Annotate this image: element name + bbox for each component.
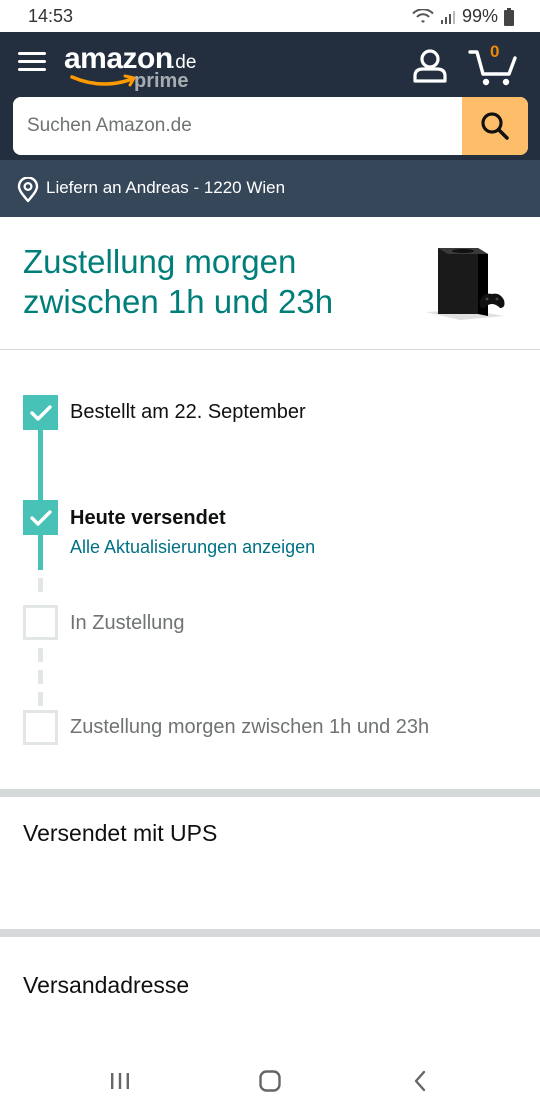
deliver-to-bar[interactable]: Liefern an Andreas - 1220 Wien (0, 160, 540, 217)
progress-track-done (38, 420, 43, 570)
account-icon (413, 49, 447, 83)
status-bar: 14:53 99% (0, 0, 540, 32)
wifi-icon (412, 8, 434, 23)
status-time: 14:53 (28, 6, 74, 26)
home-icon (259, 1070, 281, 1092)
amazon-prime-logo[interactable]: amazon .de prime (64, 42, 204, 94)
step-check-ordered (23, 395, 58, 430)
carrier-section-title: Versendet mit UPS (23, 820, 218, 846)
logo-prime: prime (134, 70, 189, 92)
step-label-shipped: Heute versendet (70, 507, 226, 529)
step-label-ordered: Bestellt am 22. September (70, 401, 306, 423)
battery-percent: 99% (461, 6, 498, 26)
section-divider (0, 789, 540, 797)
back-icon (414, 1070, 426, 1092)
checkmark-icon (29, 509, 52, 526)
status-icons: 99% (412, 6, 514, 27)
search-bar (13, 97, 528, 155)
back-button[interactable] (400, 1066, 440, 1096)
home-button[interactable] (250, 1066, 290, 1096)
smile-arrow-icon (70, 74, 136, 87)
signal-icon (440, 10, 455, 24)
search-input[interactable] (13, 97, 462, 155)
location-pin-icon (17, 177, 39, 203)
product-image[interactable] (420, 242, 510, 324)
divider (0, 349, 540, 350)
menu-button[interactable] (18, 48, 46, 76)
search-icon (481, 112, 509, 140)
search-button[interactable] (462, 97, 528, 155)
progress-track-pending (38, 648, 43, 662)
progress-track-pending (38, 578, 43, 592)
step-check-shipped (23, 500, 58, 535)
delivery-headline: Zustellung morgen zwischen 1h und 23h (23, 243, 334, 320)
deliver-to-text: Liefern an Andreas - 1220 Wien (46, 178, 286, 197)
address-section-title: Versandadresse (23, 972, 190, 998)
checkmark-icon (29, 404, 52, 421)
recent-apps-icon (111, 1073, 129, 1089)
progress-track-pending (38, 692, 43, 706)
battery-icon (504, 7, 514, 26)
recent-apps-button[interactable] (100, 1066, 140, 1096)
app-header: amazon .de prime 0 (0, 32, 540, 160)
view-all-updates-link[interactable]: Alle Aktualisierungen anzeigen (70, 537, 315, 558)
account-button[interactable] (410, 48, 450, 84)
progress-track-pending (38, 670, 43, 684)
step-label-delivery: Zustellung morgen zwischen 1h und 23h (70, 716, 430, 738)
step-box-delivery (23, 710, 58, 745)
cart-button[interactable]: 0 (468, 42, 520, 86)
step-box-in-delivery (23, 605, 58, 640)
step-label-in-delivery: In Zustellung (70, 612, 185, 634)
cart-count: 0 (490, 42, 500, 61)
section-divider (0, 929, 540, 937)
menu-icon (18, 52, 46, 55)
system-nav-bar (0, 1050, 540, 1110)
